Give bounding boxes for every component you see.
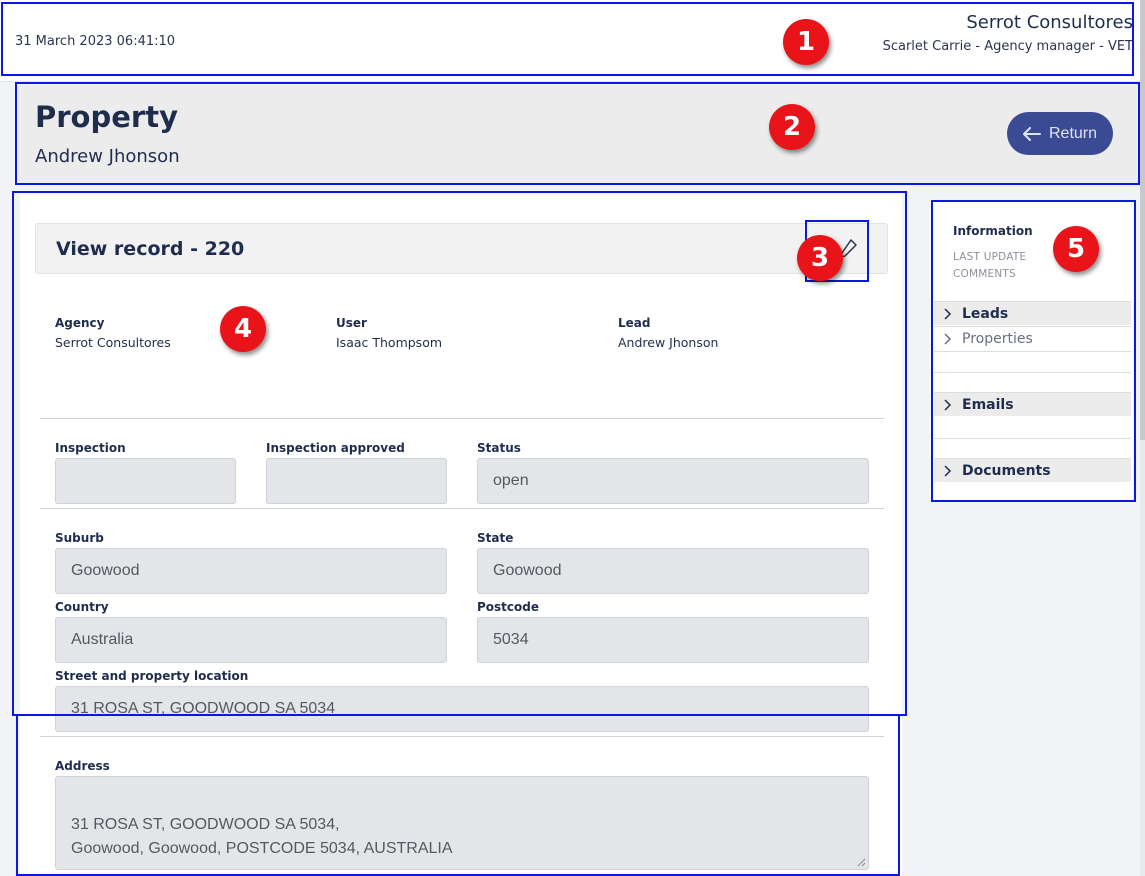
record-card: View record - 220 Agency Serrot Consulto… [20, 194, 902, 876]
sidebar-item-properties[interactable]: Properties [934, 326, 1131, 350]
chevron-right-icon [934, 307, 962, 320]
field-label: Street and property location [55, 669, 249, 683]
record-title: View record - 220 [56, 238, 245, 260]
state-field: State Goowood [477, 531, 869, 594]
inspection-approved-field: Inspection approved [266, 441, 447, 504]
field-label: Address [55, 759, 110, 773]
chevron-right-icon [934, 464, 962, 477]
country-field: Country Australia [55, 600, 447, 663]
divider [40, 508, 884, 509]
sidebar-item-label: Properties [962, 330, 1033, 347]
postcode-input[interactable]: 5034 [477, 617, 869, 663]
suburb-field: Suburb Goowood [55, 531, 447, 594]
field-label: State [477, 531, 514, 545]
comments-label: COMMENTS [953, 268, 1016, 280]
info-value: Isaac Thompsom [336, 335, 443, 350]
info-value: Serrot Consultores [55, 335, 171, 350]
current-datetime: 31 March 2023 06:41:10 [15, 34, 176, 49]
info-lead: Lead Andrew Jhonson [618, 316, 718, 350]
field-label: Inspection [55, 441, 126, 455]
state-input[interactable]: Goowood [477, 548, 869, 594]
top-bar: 31 March 2023 06:41:10 Serrot Consultore… [0, 0, 1145, 82]
chevron-right-icon [934, 398, 962, 411]
divider [934, 372, 1131, 373]
company-name: Serrot Consultores [966, 12, 1133, 33]
field-label: Postcode [477, 600, 540, 614]
field-label: Country [55, 600, 109, 614]
street-field: Street and property location 31 ROSA ST,… [55, 669, 869, 732]
info-sidebar: Information LAST UPDATE COMMENTS Leads P… [932, 202, 1133, 500]
record-header: View record - 220 [35, 223, 888, 274]
scrollbar-thumb[interactable] [1140, 0, 1145, 440]
field-label: Inspection approved [266, 441, 405, 455]
suburb-input[interactable]: Goowood [55, 548, 447, 594]
sidebar-item-emails[interactable]: Emails [934, 392, 1131, 416]
divider [40, 736, 884, 737]
annotation-badge-4: 4 [220, 306, 266, 352]
annotation-badge-5: 5 [1053, 226, 1099, 272]
address-field: Address 31 ROSA ST, GOODWOOD SA 5034, Go… [55, 759, 869, 870]
info-label: Lead [618, 316, 651, 330]
divider [934, 438, 1131, 439]
info-user: User Isaac Thompsom [336, 316, 442, 350]
field-label: Suburb [55, 531, 104, 545]
status-field: Status open [477, 441, 869, 504]
return-button-label: Return [1048, 124, 1098, 142]
last-update-label: LAST UPDATE [953, 251, 1027, 263]
field-label: Status [477, 441, 521, 455]
info-label: User [336, 316, 367, 330]
sidebar-item-label: Emails [962, 396, 1014, 413]
info-agency: Agency Serrot Consultores [55, 316, 171, 350]
address-text: 31 ROSA ST, GOODWOOD SA 5034, Goowood, G… [71, 816, 453, 857]
page-subtitle: Andrew Jhonson [35, 146, 180, 167]
return-button[interactable]: Return [1007, 112, 1113, 155]
divider [40, 418, 884, 419]
postcode-field: Postcode 5034 [477, 600, 869, 663]
inspection-approved-input[interactable] [266, 458, 447, 504]
sidebar-item-leads[interactable]: Leads [934, 301, 1131, 325]
page-header: Property Andrew Jhonson Return [16, 85, 1139, 183]
sidebar-item-label: Leads [962, 305, 1009, 322]
street-input[interactable]: 31 ROSA ST, GOODWOOD SA 5034 [55, 686, 869, 732]
annotation-badge-1: 1 [783, 19, 829, 65]
info-value: Andrew Jhonson [618, 335, 719, 350]
inspection-field: Inspection [55, 441, 236, 504]
address-textarea[interactable]: 31 ROSA ST, GOODWOOD SA 5034, Goowood, G… [55, 776, 869, 870]
annotation-badge-2: 2 [769, 104, 815, 150]
sidebar-item-label: Documents [962, 462, 1051, 479]
status-input[interactable]: open [477, 458, 869, 504]
info-label: Agency [55, 316, 105, 330]
page-title: Property [35, 100, 178, 134]
divider [934, 351, 1131, 352]
arrow-left-icon [1022, 126, 1041, 141]
sidebar-item-documents[interactable]: Documents [934, 458, 1131, 482]
sidebar-title: Information [953, 224, 1033, 238]
user-info: Scarlet Carrie - Agency manager - VET [882, 39, 1133, 54]
chevron-right-icon [934, 332, 962, 345]
country-input[interactable]: Australia [55, 617, 447, 663]
annotation-badge-3: 3 [797, 235, 843, 281]
resize-grip-icon[interactable] [856, 857, 866, 867]
inspection-input[interactable] [55, 458, 236, 504]
